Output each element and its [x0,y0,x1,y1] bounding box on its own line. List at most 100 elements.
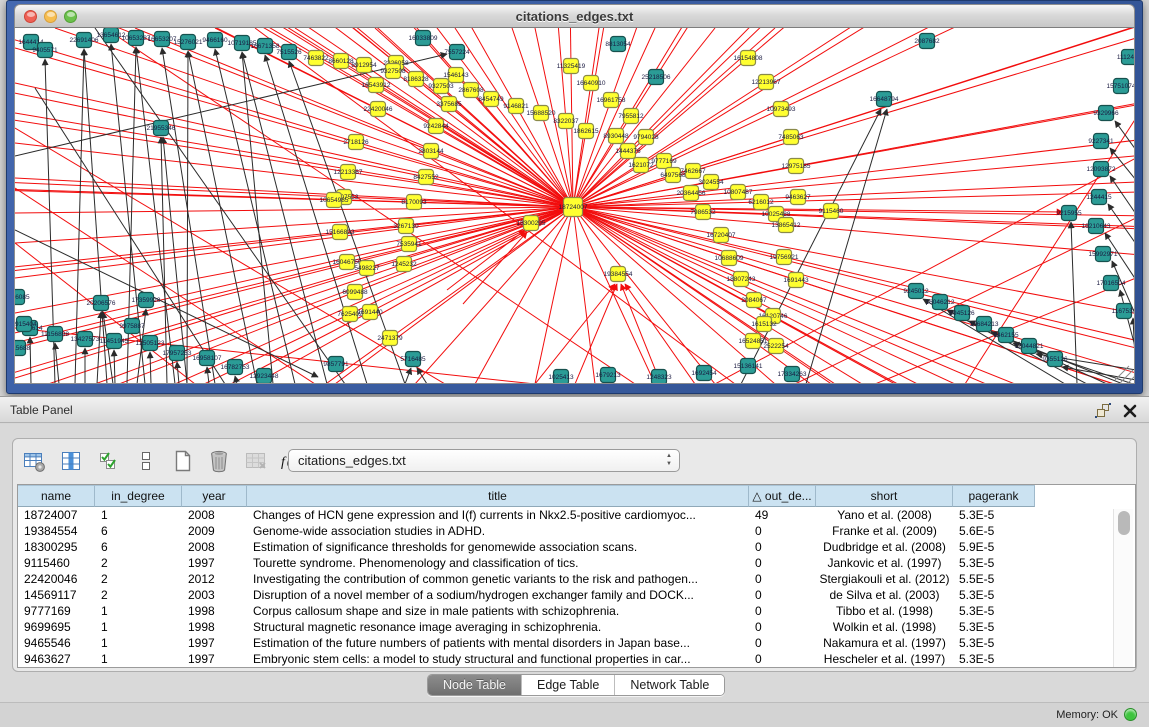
table-cell: 5.5E-5 [953,571,1035,587]
graph-node-label: 1679213 [595,372,621,379]
graph-node-label: 8322037 [553,118,579,125]
tab-network-table[interactable]: Network Table [615,675,724,695]
column-header-3[interactable]: title [247,485,749,507]
graph-node-label: 1115688 [15,345,31,352]
graph-edge [463,232,527,304]
graph-node-label: 20364456 [677,190,706,197]
graph-node-label: 1546143 [443,72,469,79]
table-settings-icon[interactable] [21,448,47,474]
graph-node-label: 7535941 [396,241,422,248]
table-cell: 1997 [182,555,247,571]
table-cell: Hescheler et al. (1997) [816,651,953,667]
column-header-2[interactable]: year [182,485,247,507]
table-cell: 2012 [182,571,247,587]
table-cell: 5.3E-5 [953,619,1035,635]
graph-node-label: 9327503 [428,83,454,90]
graph-node-label: 18807243 [727,276,756,283]
graph-node-label: 3375685 [436,101,462,108]
table-select-value: citations_edges.txt [298,453,406,468]
graph-edge [1108,204,1135,244]
tab-edge-table[interactable]: Edge Table [522,675,615,695]
graph-node-label: 9405571 [32,47,58,54]
table-cell: Embryonic stem cells: a model to study s… [247,651,749,667]
table-row[interactable]: 946362711997Embryonic stem cells: a mode… [18,651,1135,667]
graph-node-label: 1692454 [691,370,717,377]
close-panel-icon[interactable] [1123,404,1137,423]
memory-status-icon [1124,708,1137,721]
float-panel-icon[interactable] [1094,402,1111,424]
graph-node-label: 10973493 [767,106,796,113]
table-scrollbar-thumb[interactable] [1118,511,1130,535]
table-cell: Genome-wide association studies in ADHD. [247,523,749,539]
table-cell: 9699695 [18,619,95,635]
table-panel-title: Table Panel [10,403,73,417]
graph-node-label: 9245012 [903,288,929,295]
table-row[interactable]: 911546021997Tourette syndrome. Phenomeno… [18,555,1135,571]
graph-edge [55,343,59,384]
graph-node-label: 2522254 [763,343,789,350]
table-row[interactable]: 969969511998Structural magnetic resonanc… [18,619,1135,635]
graph-node-label: 17957253 [163,350,192,357]
select-all-icon[interactable] [95,448,121,474]
table-header-row: namein_degreeyeartitle△ out_de...shortpa… [18,485,1135,507]
graph-node-label: 16046212 [926,299,955,306]
table-cell: 1 [95,651,182,667]
network-canvas[interactable]: 1644414940557122691406136546121065328716… [14,28,1135,384]
table-cell: 0 [749,571,816,587]
graph-node-label: 10684213 [970,321,999,328]
table-cell: 9463627 [18,651,95,667]
delete-table-icon[interactable] [243,448,269,474]
graph-node-label: 12213967 [752,79,781,86]
graph-node-label: 8186328 [403,76,429,83]
graph-edge [242,52,327,384]
graph-node-label: 12505123 [136,340,165,347]
column-header-6[interactable]: pagerank [953,485,1035,507]
new-file-icon[interactable] [169,448,195,474]
graph-node-label: 8813054 [605,41,631,48]
table-cell: Estimation of the future numbers of pati… [247,635,749,651]
table-cell: 0 [749,651,816,667]
graph-edge [347,207,573,262]
clear-selection-icon[interactable] [132,448,158,474]
graph-node-label: 19756921 [770,254,799,261]
table-select-dropdown[interactable]: citations_edges.txt ▲▼ [288,449,680,472]
table-cell: 2008 [182,539,247,555]
graph-node-label: 15688520 [527,110,556,117]
graph-node-label: 2867608 [458,87,484,94]
column-header-5[interactable]: short [816,485,953,507]
table-row[interactable]: 1456911722003Disruption of a novel membe… [18,587,1135,603]
column-header-4[interactable]: △ out_de... [749,485,816,507]
table-scrollbar[interactable] [1113,509,1133,667]
graph-node-label: 15166823 [326,229,355,236]
table-row[interactable]: 1830029562008Estimation of significance … [18,539,1135,555]
graph-node-label: 1244415 [1086,194,1112,201]
table-row[interactable]: 1872400712008Changes of HCN gene express… [18,507,1135,523]
graph-node-label: 16210643 [1082,223,1111,230]
column-header-0[interactable]: name [18,485,95,507]
window-titlebar[interactable]: citations_edges.txt [14,4,1135,28]
graph-edge [15,207,573,348]
graph-edge [923,299,1065,384]
table-cell: 2009 [182,523,247,539]
table-cell: Investigating the contribution of common… [247,571,749,587]
show-columns-icon[interactable] [58,448,84,474]
table-cell: Wolkin et al. (1998) [816,619,953,635]
table-row[interactable]: 2242004622012Investigating the contribut… [18,571,1135,587]
table-row[interactable]: 946554611997Estimation of the future num… [18,635,1135,651]
graph-edge [573,28,715,207]
graph-node-label: 1025413 [548,374,574,381]
table-row[interactable]: 977716911998Corpus callosum shape and si… [18,603,1135,619]
graph-node-label: 8170093 [401,199,427,206]
graph-edge [15,243,195,384]
graph-edge [798,157,1135,197]
table-cell: Nakamura et al. (1997) [816,635,953,651]
table-cell: 2 [95,587,182,603]
tab-node-table[interactable]: Node Table [428,675,522,695]
table-cell: 6 [95,523,182,539]
graph-node-label: 11451945 [100,338,129,345]
column-header-1[interactable]: in_degree [95,485,182,507]
graph-node-label: 9146821 [503,103,529,110]
table-row[interactable]: 1938455462009Genome-wide association stu… [18,523,1135,539]
graph-edge [753,341,1135,384]
delete-icon[interactable] [206,448,232,474]
